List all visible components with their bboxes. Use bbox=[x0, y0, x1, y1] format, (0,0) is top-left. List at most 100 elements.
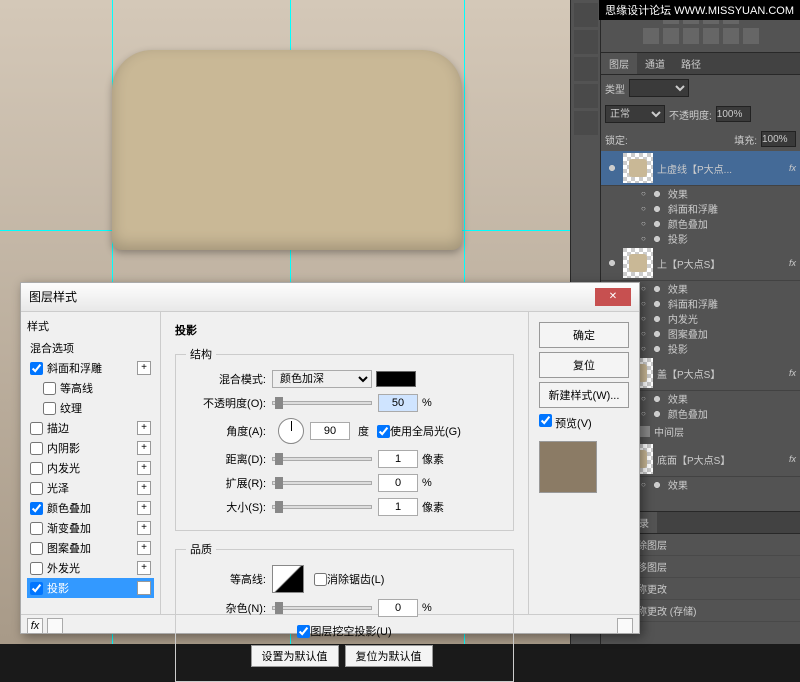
brush-icon[interactable] bbox=[574, 57, 598, 81]
add-style-icon[interactable]: + bbox=[137, 361, 151, 375]
add-style-icon[interactable]: + bbox=[137, 461, 151, 475]
add-style-icon[interactable]: + bbox=[137, 481, 151, 495]
tab-layers[interactable]: 图层 bbox=[601, 53, 637, 74]
fx-item[interactable]: 斜面和浮雕 bbox=[601, 201, 800, 216]
style-row[interactable]: 图案叠加+ bbox=[27, 538, 154, 558]
noise-slider[interactable] bbox=[272, 606, 372, 610]
size-slider[interactable] bbox=[272, 505, 372, 509]
style-row[interactable]: 等高线 bbox=[27, 378, 154, 398]
add-style-icon[interactable]: + bbox=[137, 541, 151, 555]
ok-button[interactable]: 确定 bbox=[539, 322, 629, 348]
fill-input[interactable] bbox=[761, 131, 796, 147]
new-style-button[interactable]: 新建样式(W)... bbox=[539, 382, 629, 408]
visibility-icon[interactable] bbox=[650, 202, 664, 216]
style-row[interactable]: 斜面和浮雕+ bbox=[27, 358, 154, 378]
style-row[interactable]: 描边+ bbox=[27, 418, 154, 438]
close-button[interactable]: ✕ bbox=[595, 288, 631, 306]
style-row[interactable]: 渐变叠加+ bbox=[27, 518, 154, 538]
kind-select[interactable] bbox=[629, 79, 689, 97]
visibility-icon[interactable] bbox=[650, 327, 664, 341]
opacity-input[interactable] bbox=[378, 394, 418, 412]
style-row[interactable]: 外发光+ bbox=[27, 558, 154, 578]
dialog-titlebar[interactable]: 图层样式 ✕ bbox=[21, 283, 639, 312]
style-checkbox[interactable] bbox=[43, 382, 56, 395]
layer-thumbnail[interactable] bbox=[623, 153, 653, 183]
tab-channels[interactable]: 通道 bbox=[637, 53, 673, 74]
blend-mode-select[interactable]: 正常 bbox=[605, 105, 665, 123]
bw-icon[interactable] bbox=[703, 28, 719, 44]
style-checkbox[interactable] bbox=[30, 362, 43, 375]
fx-icon[interactable]: fx bbox=[27, 618, 43, 634]
visibility-icon[interactable] bbox=[605, 256, 619, 270]
add-style-icon[interactable]: + bbox=[137, 441, 151, 455]
layer-name[interactable]: 上【P大点S】 bbox=[657, 256, 787, 271]
style-checkbox[interactable] bbox=[30, 502, 43, 515]
style-row[interactable]: 颜色叠加+ bbox=[27, 498, 154, 518]
style-checkbox[interactable] bbox=[30, 562, 43, 575]
cancel-button[interactable]: 复位 bbox=[539, 352, 629, 378]
fx-item[interactable]: 投影 bbox=[601, 231, 800, 246]
add-style-icon[interactable]: + bbox=[137, 521, 151, 535]
style-checkbox[interactable] bbox=[43, 402, 56, 415]
style-row[interactable]: 光泽+ bbox=[27, 478, 154, 498]
swap-icon[interactable] bbox=[574, 30, 598, 54]
blend-mode-select[interactable]: 颜色加深 bbox=[272, 370, 372, 388]
visibility-icon[interactable] bbox=[650, 282, 664, 296]
visibility-icon[interactable] bbox=[650, 392, 664, 406]
fx-item[interactable]: 颜色叠加 bbox=[601, 216, 800, 231]
style-checkbox[interactable] bbox=[30, 462, 43, 475]
style-row[interactable]: 内阴影+ bbox=[27, 438, 154, 458]
knockout-checkbox[interactable] bbox=[297, 625, 310, 638]
make-default-button[interactable]: 设置为默认值 bbox=[251, 645, 339, 667]
trash-icon[interactable] bbox=[617, 618, 633, 634]
fx-badge[interactable]: fx bbox=[789, 258, 796, 268]
noise-input[interactable] bbox=[378, 599, 418, 617]
hue-icon[interactable] bbox=[663, 28, 679, 44]
visibility-icon[interactable] bbox=[650, 217, 664, 231]
add-style-icon[interactable]: + bbox=[137, 421, 151, 435]
layer-name[interactable]: 上虚线【P大点... bbox=[657, 161, 787, 176]
layer-name[interactable]: 中间层 bbox=[654, 424, 796, 439]
style-row[interactable]: 纹理 bbox=[27, 398, 154, 418]
distance-slider[interactable] bbox=[272, 457, 372, 461]
style-checkbox[interactable] bbox=[30, 522, 43, 535]
shadow-color-swatch[interactable] bbox=[376, 371, 416, 387]
visibility-icon[interactable] bbox=[650, 478, 664, 492]
para-icon[interactable] bbox=[574, 111, 598, 135]
fx-badge[interactable]: fx bbox=[789, 163, 796, 173]
style-checkbox[interactable] bbox=[30, 482, 43, 495]
add-style-icon[interactable]: + bbox=[137, 501, 151, 515]
blend-options-row[interactable]: 混合选项 bbox=[27, 338, 154, 358]
size-input[interactable] bbox=[378, 498, 418, 516]
balance-icon[interactable] bbox=[683, 28, 699, 44]
mixer-icon[interactable] bbox=[743, 28, 759, 44]
style-checkbox[interactable] bbox=[30, 542, 43, 555]
visibility-icon[interactable] bbox=[650, 297, 664, 311]
spread-input[interactable] bbox=[378, 474, 418, 492]
up-down-icon[interactable] bbox=[47, 618, 63, 634]
preview-checkbox[interactable] bbox=[539, 414, 552, 427]
tab-paths[interactable]: 路径 bbox=[673, 53, 709, 74]
layer-name[interactable]: 盖【P大点S】 bbox=[657, 366, 787, 381]
style-checkbox[interactable] bbox=[30, 582, 43, 595]
style-row[interactable]: 内发光+ bbox=[27, 458, 154, 478]
layer-thumbnail[interactable] bbox=[623, 248, 653, 278]
layer-item[interactable]: 上虚线【P大点... fx bbox=[601, 151, 800, 186]
visibility-icon[interactable] bbox=[650, 312, 664, 326]
angle-input[interactable] bbox=[310, 422, 350, 440]
fx-badge[interactable]: fx bbox=[789, 368, 796, 378]
add-style-icon[interactable]: + bbox=[137, 581, 151, 595]
reset-default-button[interactable]: 复位为默认值 bbox=[345, 645, 433, 667]
style-checkbox[interactable] bbox=[30, 442, 43, 455]
fx-badge[interactable]: fx bbox=[789, 454, 796, 464]
spread-slider[interactable] bbox=[272, 481, 372, 485]
opacity-input[interactable] bbox=[716, 106, 751, 122]
layer-item[interactable]: 上【P大点S】 fx bbox=[601, 246, 800, 281]
style-row[interactable]: 投影+ bbox=[27, 578, 154, 598]
opacity-slider[interactable] bbox=[272, 401, 372, 405]
style-checkbox[interactable] bbox=[30, 422, 43, 435]
antialias-checkbox[interactable] bbox=[314, 573, 327, 586]
vibrance-icon[interactable] bbox=[643, 28, 659, 44]
add-style-icon[interactable]: + bbox=[137, 561, 151, 575]
visibility-icon[interactable] bbox=[605, 161, 619, 175]
